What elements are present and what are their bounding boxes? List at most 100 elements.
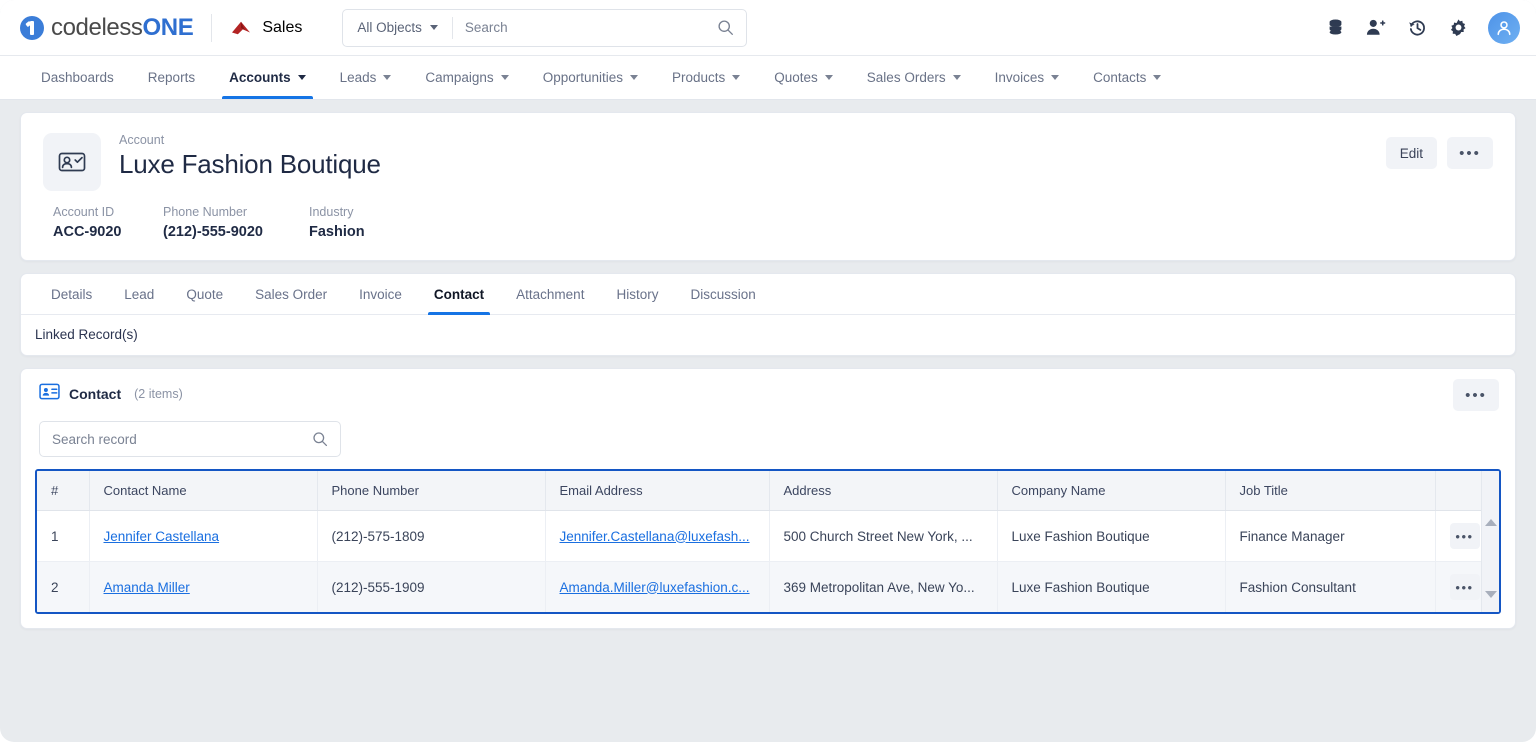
database-icon[interactable] xyxy=(1324,17,1346,39)
record-type-label: Account xyxy=(119,133,165,147)
column-header-company-name[interactable]: Company Name xyxy=(997,471,1226,511)
chevron-down-icon xyxy=(1051,75,1060,80)
record-tabs: Details Lead Quote Sales Order Invoice C… xyxy=(21,274,1515,315)
tab-sales-order[interactable]: Sales Order xyxy=(239,274,343,314)
nav-item-reports[interactable]: Reports xyxy=(131,56,212,99)
email-link[interactable]: Amanda.Miller@luxefashion.c... xyxy=(560,580,750,595)
nav-item-products[interactable]: Products xyxy=(655,56,757,99)
field-value: (212)-555-9020 xyxy=(163,224,263,240)
tab-contact[interactable]: Contact xyxy=(418,274,500,315)
cell-phone: (212)-555-1909 xyxy=(317,561,546,612)
tab-discussion[interactable]: Discussion xyxy=(674,274,771,314)
field-value: ACC-9020 xyxy=(53,224,122,240)
nav-label: Campaigns xyxy=(425,70,494,85)
row-more-button[interactable]: ••• xyxy=(1449,523,1480,549)
search-icon[interactable] xyxy=(717,19,746,36)
contact-panel-count: (2 items) xyxy=(134,387,183,401)
chevron-down-icon xyxy=(429,25,438,30)
record-more-button[interactable]: ••• xyxy=(1447,137,1493,169)
tab-label: Quote xyxy=(186,287,224,302)
add-user-icon[interactable] xyxy=(1365,17,1387,39)
tab-label: Discussion xyxy=(690,287,756,302)
nav-item-campaigns[interactable]: Campaigns xyxy=(408,56,525,99)
column-header-number[interactable]: # xyxy=(37,471,90,511)
content-area: Account Luxe Fashion Boutique Edit ••• A… xyxy=(0,100,1536,629)
nav-label: Sales Orders xyxy=(866,70,946,85)
global-search-input[interactable] xyxy=(452,20,718,35)
record-titles: Account Luxe Fashion Boutique xyxy=(119,133,381,180)
record-tabs-card: Details Lead Quote Sales Order Invoice C… xyxy=(20,273,1516,356)
cell-company: Luxe Fashion Boutique xyxy=(997,510,1226,562)
app-switcher-sales[interactable]: Sales xyxy=(230,19,302,37)
nav-label: Reports xyxy=(147,70,196,85)
scroll-up-arrow-icon[interactable] xyxy=(1484,519,1497,526)
nav-label: Products xyxy=(671,70,726,85)
tab-lead[interactable]: Lead xyxy=(108,274,170,314)
nav-label: Accounts xyxy=(229,70,291,85)
tab-history[interactable]: History xyxy=(600,274,674,314)
contact-name-link[interactable]: Jennifer Castellana xyxy=(104,529,220,544)
column-header-address[interactable]: Address xyxy=(769,471,998,511)
cell-address: 500 Church Street New York, ... xyxy=(769,510,998,562)
search-icon[interactable] xyxy=(312,431,340,447)
chevron-down-icon xyxy=(629,75,638,80)
nav-label: Dashboards xyxy=(41,70,114,85)
object-filter-dropdown[interactable]: All Objects xyxy=(343,10,452,46)
field-phone-number: Phone Number (212)-555-9020 xyxy=(163,205,309,240)
nav-item-sales-orders[interactable]: Sales Orders xyxy=(850,56,978,99)
column-header-job-title[interactable]: Job Title xyxy=(1225,471,1436,511)
page-title: Luxe Fashion Boutique xyxy=(119,149,381,179)
chevron-down-icon xyxy=(500,75,509,80)
contact-name-link[interactable]: Amanda Miller xyxy=(104,580,190,595)
column-header-contact-name[interactable]: Contact Name xyxy=(89,471,318,511)
chevron-down-icon xyxy=(383,75,392,80)
chevron-down-icon xyxy=(952,75,961,80)
nav-item-opportunities[interactable]: Opportunities xyxy=(526,56,655,99)
cell-job-title: Fashion Consultant xyxy=(1225,561,1436,612)
table-vertical-scrollbar[interactable] xyxy=(1481,471,1499,612)
cell-email: Jennifer.Castellana@luxefash... xyxy=(545,510,770,562)
table-header: # Contact Name Phone Number Email Addres… xyxy=(37,471,1499,511)
nav-item-dashboards[interactable]: Dashboards xyxy=(24,56,131,99)
nav-item-quotes[interactable]: Quotes xyxy=(757,56,850,99)
gear-icon[interactable] xyxy=(1447,17,1469,39)
nav-item-invoices[interactable]: Invoices xyxy=(978,56,1077,99)
column-header-email-address[interactable]: Email Address xyxy=(545,471,770,511)
tab-label: Lead xyxy=(124,287,155,302)
table-row[interactable]: 1 Jennifer Castellana (212)-575-1809 Jen… xyxy=(37,510,1499,562)
tab-quote[interactable]: Quote xyxy=(170,274,239,314)
chevron-down-icon xyxy=(824,75,833,80)
nav-item-accounts[interactable]: Accounts xyxy=(212,56,323,99)
top-bar-actions xyxy=(1324,11,1520,44)
search-record-input[interactable] xyxy=(40,431,312,447)
email-link[interactable]: Jennifer.Castellana@luxefash... xyxy=(560,529,750,544)
linked-records-label: Linked Record(s) xyxy=(35,327,138,342)
edit-button[interactable]: Edit xyxy=(1385,137,1437,169)
tab-attachment[interactable]: Attachment xyxy=(500,274,600,314)
tab-label: Attachment xyxy=(516,287,585,302)
divider xyxy=(211,13,213,42)
history-icon[interactable] xyxy=(1406,17,1428,39)
cell-job-title: Finance Manager xyxy=(1225,510,1436,562)
cell-number: 2 xyxy=(37,561,90,612)
brand-logo[interactable]: codelessONE xyxy=(20,14,194,42)
chevron-down-icon xyxy=(732,75,741,80)
nav-item-leads[interactable]: Leads xyxy=(323,56,409,99)
nav-label: Quotes xyxy=(774,70,818,85)
avatar[interactable] xyxy=(1488,11,1520,44)
row-more-button[interactable]: ••• xyxy=(1449,574,1480,600)
nav-item-contacts[interactable]: Contacts xyxy=(1076,56,1178,99)
tab-invoice[interactable]: Invoice xyxy=(343,274,418,314)
cell-phone: (212)-575-1809 xyxy=(317,510,546,562)
app-window: codelessONE Sales All Objects Search Das… xyxy=(0,0,1536,742)
field-label: Account ID xyxy=(53,205,115,219)
cell-contact-name: Jennifer Castellana xyxy=(89,510,318,562)
scroll-down-arrow-icon[interactable] xyxy=(1484,591,1497,598)
object-filter-label: All Objects xyxy=(357,20,422,35)
table-row[interactable]: 2 Amanda Miller (212)-555-1909 Amanda.Mi… xyxy=(37,561,1499,612)
column-header-phone-number[interactable]: Phone Number xyxy=(317,471,546,511)
tab-details[interactable]: Details xyxy=(35,274,108,314)
tab-label: History xyxy=(616,287,659,302)
contact-panel-more-button[interactable]: ••• xyxy=(1453,379,1499,411)
record-header-top: Account Luxe Fashion Boutique xyxy=(43,133,1493,191)
